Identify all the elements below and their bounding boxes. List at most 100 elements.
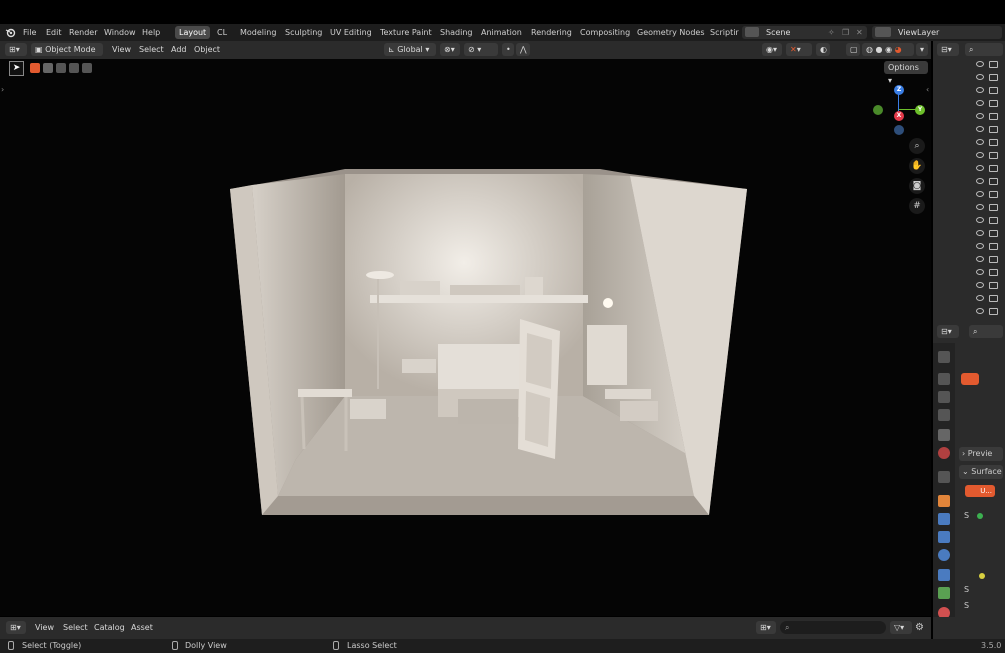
outliner-row[interactable] — [933, 163, 1005, 176]
outliner-row[interactable] — [933, 85, 1005, 98]
camera-icon[interactable] — [989, 100, 998, 107]
menu-view[interactable]: View — [112, 43, 131, 56]
mode-dropdown[interactable]: ▣ Object Mode ▾ — [31, 43, 103, 67]
constraints-icon[interactable] — [938, 569, 950, 581]
outliner-row[interactable] — [933, 111, 1005, 124]
gizmo-x-axis[interactable]: X — [894, 111, 904, 121]
tab-shading[interactable]: Shading — [436, 26, 477, 39]
hand-icon[interactable]: ✋ — [909, 158, 925, 174]
close-icon[interactable]: ✕ — [856, 26, 863, 39]
menu-help[interactable]: Help — [139, 24, 163, 41]
outliner-editor-type[interactable]: ⊟▾ — [937, 43, 959, 56]
pin-icon[interactable]: ✧ — [828, 26, 835, 39]
menu-object[interactable]: Object — [194, 43, 220, 56]
eye-icon[interactable] — [976, 295, 984, 301]
transform-orientation-dropdown[interactable]: ⊾ Global ▾ — [384, 43, 436, 56]
camera-icon[interactable] — [989, 230, 998, 237]
menu-render[interactable]: Render — [66, 24, 100, 41]
camera-icon[interactable] — [989, 152, 998, 159]
view-layer-icon[interactable] — [938, 409, 950, 421]
output-icon[interactable] — [938, 391, 950, 403]
scene-icon[interactable] — [938, 429, 950, 441]
camera-icon[interactable] — [989, 126, 998, 133]
eye-icon[interactable] — [976, 256, 984, 262]
outliner-row[interactable] — [933, 202, 1005, 215]
object-icon[interactable] — [938, 495, 950, 507]
solid-icon[interactable]: ● — [876, 45, 883, 54]
magnifier-icon[interactable]: ⌕ — [909, 138, 925, 154]
pivot-point-button[interactable]: ⊗▾ — [440, 43, 460, 56]
gizmo-button[interactable]: ✕▾ — [786, 43, 812, 56]
physics-icon[interactable] — [938, 549, 950, 561]
asset-search-input[interactable]: ⌕ — [780, 621, 886, 634]
eye-icon[interactable] — [976, 308, 984, 314]
camera-icon[interactable]: ◙ — [909, 178, 925, 194]
tab-layout[interactable]: Layout — [175, 26, 211, 39]
filter-button[interactable]: ▽▾ — [890, 621, 912, 634]
blender-logo-icon[interactable] — [5, 27, 16, 38]
toolbar-expand-arrow[interactable]: › — [1, 85, 4, 94]
outliner-row[interactable] — [933, 241, 1005, 254]
outliner-row[interactable] — [933, 189, 1005, 202]
tab-uv-editing[interactable]: UV Editing — [326, 26, 376, 39]
eye-icon[interactable] — [976, 100, 984, 106]
camera-icon[interactable] — [989, 269, 998, 276]
camera-icon[interactable] — [989, 308, 998, 315]
snap-button[interactable]: ⊘ ▾ — [464, 43, 498, 56]
outliner-row[interactable] — [933, 150, 1005, 163]
camera-icon[interactable] — [989, 256, 998, 263]
outliner-row[interactable] — [933, 280, 1005, 293]
eye-icon[interactable] — [976, 74, 984, 80]
outliner-search-icon[interactable]: ⌕ — [965, 43, 1003, 56]
tab-modeling[interactable]: Modeling — [236, 26, 280, 39]
tab-rendering[interactable]: Rendering — [527, 26, 576, 39]
eye-icon[interactable] — [976, 87, 984, 93]
visibility-button[interactable]: ◉▾ — [762, 43, 782, 56]
material-icon[interactable]: ◉ — [885, 45, 892, 54]
eye-icon[interactable] — [976, 152, 984, 158]
eye-icon[interactable] — [976, 191, 984, 197]
falloff-button[interactable]: ⋀ — [516, 43, 530, 56]
menu-add[interactable]: Add — [171, 43, 187, 56]
shading-options-button[interactable]: ▾ — [916, 43, 928, 56]
surface-panel-header[interactable]: ⌄ Surface — [959, 465, 1003, 479]
camera-icon[interactable] — [989, 165, 998, 172]
outliner-row[interactable] — [933, 176, 1005, 189]
menu-file[interactable]: File — [20, 24, 39, 41]
render-icon[interactable] — [938, 373, 950, 385]
camera-icon[interactable] — [989, 178, 998, 185]
gizmo-neg-y-axis[interactable] — [873, 105, 883, 115]
camera-icon[interactable] — [989, 295, 998, 302]
outliner-row[interactable] — [933, 306, 1005, 319]
eye-icon[interactable] — [976, 269, 984, 275]
navigation-gizmo[interactable]: Z Y X — [868, 83, 928, 143]
eye-icon[interactable] — [976, 230, 984, 236]
sidebar-expand-arrow[interactable]: ‹ — [926, 85, 929, 94]
tab-scripting[interactable]: Scriptir — [706, 26, 743, 39]
proportional-edit-button[interactable]: • — [502, 43, 514, 56]
material-slot-button[interactable]: U... — [965, 485, 995, 497]
preview-panel-header[interactable]: › Previe — [959, 447, 1003, 461]
socket-dot-icon[interactable] — [979, 573, 985, 579]
overlay-button[interactable]: ◐ — [816, 43, 830, 56]
tool-icon[interactable] — [938, 351, 950, 363]
data-icon[interactable] — [938, 587, 950, 599]
scene-selector[interactable]: Scene ✧ ❐ ✕ — [742, 26, 867, 39]
camera-icon[interactable] — [989, 87, 998, 94]
eye-icon[interactable] — [976, 139, 984, 145]
tab-texture-paint[interactable]: Texture Paint — [376, 26, 436, 39]
outliner-row[interactable] — [933, 215, 1005, 228]
modifier-icon[interactable] — [938, 513, 950, 525]
eye-icon[interactable] — [976, 165, 984, 171]
eye-icon[interactable] — [976, 217, 984, 223]
menu-select[interactable]: Select — [139, 43, 164, 56]
socket-dot-icon[interactable] — [977, 513, 983, 519]
camera-icon[interactable] — [989, 113, 998, 120]
outliner-row[interactable] — [933, 293, 1005, 306]
gizmo-neg-z-axis[interactable] — [894, 125, 904, 135]
eye-icon[interactable] — [976, 204, 984, 210]
tab-sculpting[interactable]: Sculpting — [281, 26, 326, 39]
gear-icon[interactable]: ⚙ — [915, 621, 924, 634]
asset-editor-type[interactable]: ⊞▾ — [6, 621, 26, 634]
particles-icon[interactable] — [938, 531, 950, 543]
